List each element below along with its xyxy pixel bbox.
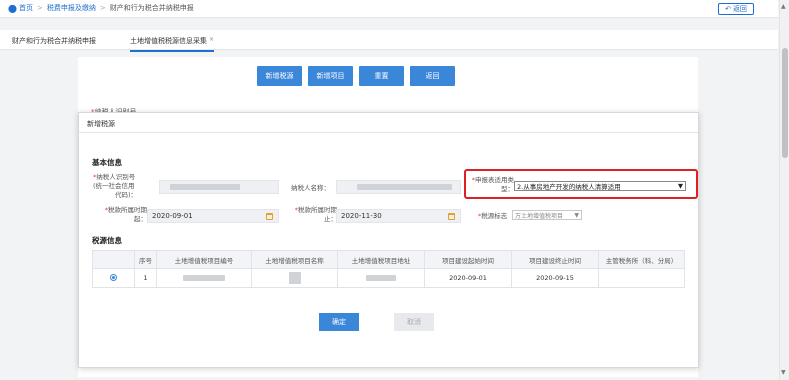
scroll-up-arrow-icon[interactable]: ▲	[781, 3, 786, 10]
cell-seq: 1	[134, 268, 157, 288]
source-info-title: 税源信息	[92, 236, 122, 245]
tab-combined-declaration[interactable]: 财产和行为税合并纳税申报	[12, 36, 96, 46]
tab-bar: 财产和行为税合并纳税申报 土地增值税税源信息采集 ×	[0, 30, 778, 52]
period-end-field[interactable]: 2020-11-30	[336, 209, 461, 223]
reset-button[interactable]: 重置	[359, 66, 404, 86]
taxpayer-name-field[interactable]	[336, 180, 461, 194]
table-row[interactable]: 1 2020-09-01 2020-09-15	[92, 268, 685, 288]
period-start-label: *税款所属时期 起：	[104, 206, 147, 223]
breadcrumb: ⬤ 首页 > 税费申报及缴纳 > 财产和行为税合并纳税申报	[8, 3, 194, 13]
breadcrumb-current: 财产和行为税合并纳税申报	[109, 4, 194, 12]
col-select	[92, 250, 135, 269]
red-highlight-box	[464, 169, 698, 199]
confirm-button[interactable]: 确定	[319, 313, 359, 331]
col-project-name: 土地增值税项目名称	[251, 250, 338, 269]
add-source-button[interactable]: 新增税源	[257, 66, 302, 86]
source-table: 序号 土地增值税项目编号 土地增值税项目名称 土地增值税项目地址 项目建设起始时…	[92, 250, 685, 288]
col-start-date: 项目建设起始时间	[424, 250, 512, 269]
redacted-value	[288, 272, 301, 284]
taxpayer-name-label: 纳税人名称：	[291, 184, 330, 192]
breadcrumb-home[interactable]: 首页	[19, 3, 33, 13]
period-start-field[interactable]: 2020-09-01	[147, 209, 279, 223]
back-button-label: 返回	[732, 5, 747, 13]
breadcrumb-separator: >	[99, 4, 106, 12]
redacted-value	[357, 184, 452, 190]
add-source-dialog: 新增税源 基本信息 *纳税人识别号 (统一社会信用 代码)： 纳税人名称： *申…	[78, 112, 699, 368]
taxpayer-id-field[interactable]	[159, 180, 279, 194]
cell-tax-office	[598, 268, 685, 288]
scroll-thumb[interactable]	[782, 48, 788, 158]
return-button[interactable]: 返回	[410, 66, 455, 86]
col-project-address: 土地增值税项目地址	[337, 250, 425, 269]
home-icon[interactable]: ⬤	[8, 4, 17, 13]
back-button[interactable]: ↶ 返回	[718, 3, 754, 15]
period-end-value: 2020-11-30	[341, 212, 382, 220]
redacted-value	[183, 275, 225, 281]
tax-item-value: 万土地增值税项目	[515, 212, 564, 220]
table-header-row: 序号 土地增值税项目编号 土地增值税项目名称 土地增值税项目地址 项目建设起始时…	[92, 250, 685, 269]
tab-land-vat-source[interactable]: 土地增值税税源信息采集 ×	[130, 36, 215, 52]
add-project-button[interactable]: 新增项目	[308, 66, 353, 86]
period-end-label: *税款所属时期 止：	[294, 206, 337, 223]
tax-item-label: *税源标志	[478, 212, 508, 220]
redacted-value	[366, 275, 396, 281]
radio-selected-icon[interactable]	[110, 273, 117, 281]
col-project-no: 土地增值税项目编号	[156, 250, 252, 269]
col-end-date: 项目建设终止时间	[511, 250, 599, 269]
cell-project-no	[156, 268, 252, 288]
cancel-button[interactable]: 取消	[394, 313, 434, 331]
breadcrumb-level1[interactable]: 税费申报及缴纳	[47, 3, 96, 13]
row-select[interactable]	[92, 268, 135, 288]
cell-start-date: 2020-09-01	[424, 268, 512, 288]
vertical-scrollbar[interactable]: ▲ ▼	[779, 0, 789, 380]
tax-item-select[interactable]: 万土地增值税项目 ▼	[512, 210, 582, 220]
scroll-down-arrow-icon[interactable]: ▼	[781, 369, 786, 376]
period-start-value: 2020-09-01	[152, 212, 193, 220]
dialog-title: 新增税源	[79, 113, 698, 133]
tab-label: 土地增值税税源信息采集	[130, 37, 207, 45]
cell-project-address	[337, 268, 425, 288]
tab-label: 财产和行为税合并纳税申报	[12, 37, 96, 45]
col-tax-office: 主管税务所（科、分局）	[598, 250, 685, 269]
redacted-value	[170, 184, 240, 190]
breadcrumb-separator: >	[36, 4, 43, 12]
dropdown-arrow-icon: ▼	[574, 211, 579, 219]
col-seq: 序号	[134, 250, 157, 269]
top-bar: ⬤ 首页 > 税费申报及缴纳 > 财产和行为税合并纳税申报 ↶ 返回	[0, 0, 778, 18]
calendar-icon[interactable]	[448, 213, 455, 220]
cell-project-name	[251, 268, 338, 288]
back-arrow-icon: ↶	[725, 5, 731, 13]
tab-close-icon[interactable]: ×	[209, 36, 214, 43]
basic-info-title: 基本信息	[92, 158, 122, 167]
cell-end-date: 2020-09-15	[511, 268, 599, 288]
calendar-icon[interactable]	[266, 213, 273, 220]
toolbar: 新增税源 新增项目 重置 返回	[257, 66, 455, 86]
